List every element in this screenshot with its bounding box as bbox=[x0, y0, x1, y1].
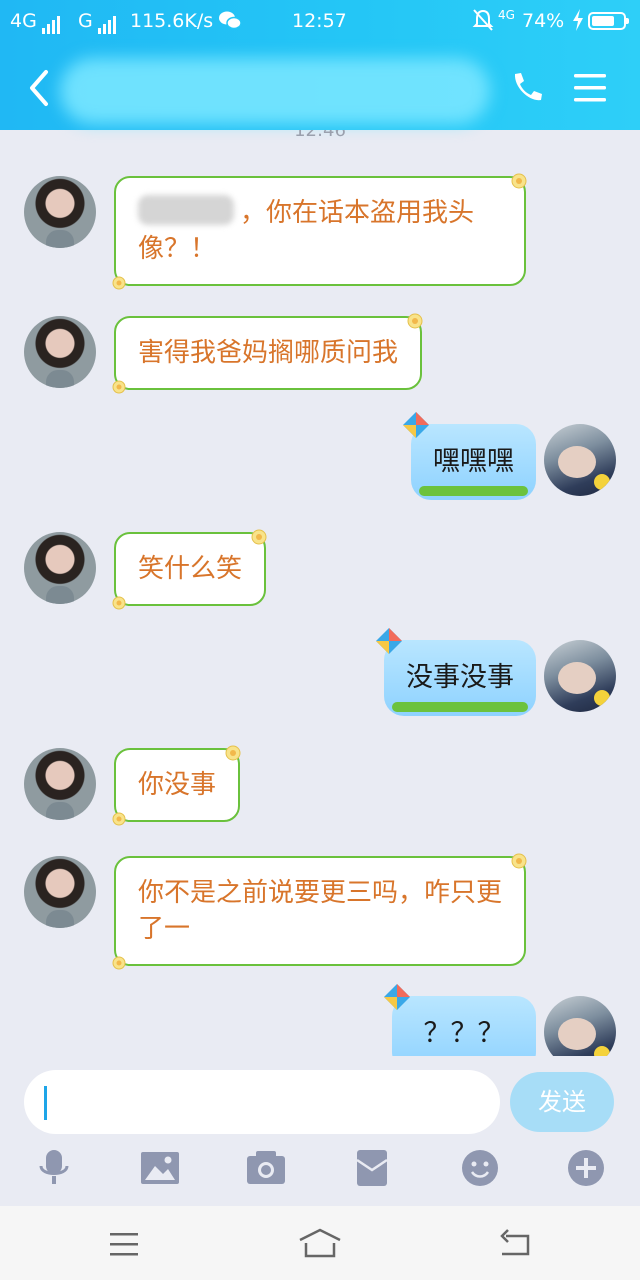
contact-avatar[interactable] bbox=[24, 856, 96, 928]
flower-icon bbox=[112, 956, 126, 970]
message-text: 害得我爸妈搁哪质问我 bbox=[138, 338, 399, 368]
status-bar: 4G G 115.6K/s 12:57 4G 74% bbox=[0, 0, 640, 44]
kite-icon bbox=[376, 628, 402, 654]
kite-icon bbox=[403, 412, 429, 438]
message-bubble[interactable]: 害得我爸妈搁哪质问我 bbox=[112, 313, 423, 394]
text-cursor bbox=[44, 1086, 47, 1120]
input-bar: 发送 bbox=[0, 1056, 640, 1206]
grass-decoration bbox=[392, 702, 528, 712]
my-avatar[interactable] bbox=[544, 640, 616, 712]
back-nav-icon[interactable] bbox=[496, 1224, 536, 1264]
message-bubble[interactable]: 嘿嘿嘿 bbox=[403, 412, 536, 500]
message-bubble[interactable]: ？？？ bbox=[384, 984, 536, 1056]
system-navigation-bar bbox=[0, 1206, 640, 1280]
message-bubble[interactable]: 你不是之前说要更三吗，咋只更了一 bbox=[112, 853, 527, 970]
signal-icon-2 bbox=[98, 10, 118, 34]
kite-icon bbox=[384, 984, 410, 1010]
flower-icon bbox=[407, 313, 423, 329]
message-bubble[interactable]: ，你在话本盗用我头像？！ bbox=[112, 173, 527, 290]
home-icon[interactable] bbox=[298, 1224, 342, 1264]
message-bubble[interactable]: 没事没事 bbox=[376, 628, 536, 716]
my-avatar[interactable] bbox=[544, 424, 616, 496]
flower-icon bbox=[112, 812, 126, 826]
phone-icon[interactable] bbox=[506, 66, 546, 110]
flower-icon bbox=[511, 173, 527, 189]
message-text: 笑什么笑 bbox=[138, 554, 243, 584]
contact-avatar[interactable] bbox=[24, 176, 96, 248]
flower-icon bbox=[112, 380, 126, 394]
network-speed: 115.6K/s bbox=[130, 10, 214, 32]
contact-avatar[interactable] bbox=[24, 316, 96, 388]
message-row: 你没事 bbox=[0, 745, 640, 826]
image-icon[interactable] bbox=[138, 1146, 182, 1190]
red-packet-icon[interactable] bbox=[350, 1146, 394, 1190]
wechat-icon bbox=[218, 8, 242, 37]
message-input[interactable] bbox=[24, 1070, 500, 1134]
message-bubble[interactable]: 你没事 bbox=[112, 745, 241, 826]
flower-icon bbox=[511, 853, 527, 869]
redacted-text bbox=[138, 195, 234, 225]
flower-icon bbox=[112, 276, 126, 290]
message-row: 你不是之前说要更三吗，咋只更了一 bbox=[0, 853, 640, 970]
recent-apps-icon[interactable] bbox=[104, 1224, 144, 1264]
network-g-label: G bbox=[78, 10, 93, 32]
message-row: ？？？ bbox=[0, 984, 640, 1056]
message-text: 你不是之前说要更三吗，咋只更了一 bbox=[138, 878, 503, 944]
battery-icon bbox=[588, 12, 629, 30]
message-row: ，你在话本盗用我头像？！ bbox=[0, 173, 640, 290]
timestamp: 12:46 bbox=[294, 130, 346, 141]
send-button[interactable]: 发送 bbox=[510, 1072, 614, 1132]
flower-icon bbox=[225, 745, 241, 761]
grass-decoration bbox=[419, 486, 528, 496]
back-button[interactable] bbox=[24, 66, 64, 110]
battery-percent: 74% bbox=[522, 10, 565, 32]
mute-icon bbox=[472, 8, 494, 37]
microphone-icon[interactable] bbox=[32, 1146, 76, 1190]
contact-avatar[interactable] bbox=[24, 532, 96, 604]
contact-avatar[interactable] bbox=[24, 748, 96, 820]
network-4g-small: 4G bbox=[498, 8, 515, 22]
message-text: 没事没事 bbox=[406, 662, 514, 693]
emoji-icon[interactable] bbox=[458, 1146, 502, 1190]
flower-icon bbox=[251, 529, 267, 545]
my-avatar[interactable] bbox=[544, 996, 616, 1056]
title-bar: 4G G 115.6K/s 12:57 4G 74% bbox=[0, 0, 640, 130]
hamburger-menu-icon[interactable] bbox=[570, 66, 610, 110]
message-text: ？？？ bbox=[423, 1018, 505, 1049]
flower-icon bbox=[112, 596, 126, 610]
camera-icon[interactable] bbox=[244, 1146, 288, 1190]
message-row: 害得我爸妈搁哪质问我 bbox=[0, 313, 640, 394]
chat-area[interactable]: 12:46 ，你在话本盗用我头像？！ 害得我爸妈搁哪质问我 嘿嘿嘿 笑什么笑 没… bbox=[0, 130, 640, 1056]
message-row: 笑什么笑 bbox=[0, 529, 640, 610]
network-4g-label: 4G bbox=[10, 10, 37, 32]
charging-icon bbox=[572, 9, 584, 36]
plus-icon[interactable] bbox=[564, 1146, 608, 1190]
contact-name-redacted bbox=[60, 58, 490, 124]
message-text: 嘿嘿嘿 bbox=[433, 446, 514, 477]
message-text: 你没事 bbox=[138, 770, 217, 800]
clock: 12:57 bbox=[292, 10, 347, 32]
message-row: 没事没事 bbox=[0, 628, 640, 716]
message-row: 嘿嘿嘿 bbox=[0, 412, 640, 500]
message-bubble[interactable]: 笑什么笑 bbox=[112, 529, 267, 610]
signal-icon-1 bbox=[42, 10, 62, 34]
